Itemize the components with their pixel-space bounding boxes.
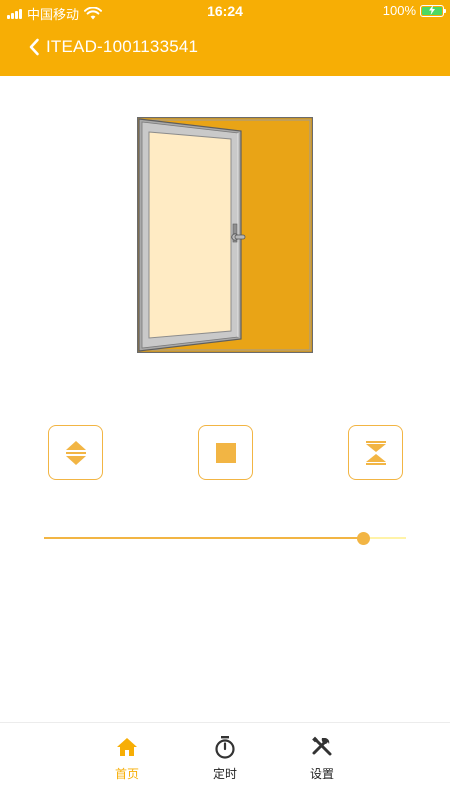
chevron-left-icon bbox=[29, 38, 39, 56]
status-bar: 中国移动 16:24 100% bbox=[0, 0, 450, 23]
home-icon bbox=[117, 738, 137, 756]
tab-settings-label: 设置 bbox=[309, 767, 334, 781]
tab-timer-label: 定时 bbox=[212, 767, 237, 781]
tab-timer[interactable]: 定时 bbox=[195, 735, 255, 782]
battery-icon bbox=[420, 4, 446, 17]
tab-settings[interactable]: 设置 bbox=[292, 735, 352, 782]
tab-bar: 首页 定时 设置 bbox=[0, 722, 450, 800]
open-arrows-icon bbox=[65, 440, 86, 465]
position-slider[interactable] bbox=[44, 530, 406, 546]
battery-percent: 100% bbox=[382, 3, 416, 18]
app-header: 中国移动 16:24 100% ITEAD-1001133541 bbox=[0, 0, 450, 76]
tools-icon bbox=[312, 736, 332, 756]
stop-square-icon bbox=[215, 442, 236, 463]
status-right: 100% bbox=[382, 3, 446, 18]
door-image bbox=[136, 116, 314, 354]
slider-fill bbox=[44, 537, 363, 539]
nav-bar: ITEAD-1001133541 bbox=[0, 30, 450, 64]
tab-home[interactable]: 首页 bbox=[97, 735, 157, 782]
open-button[interactable] bbox=[48, 425, 103, 480]
close-button[interactable] bbox=[348, 425, 403, 480]
timer-icon bbox=[215, 736, 235, 759]
page-title: ITEAD-1001133541 bbox=[46, 37, 199, 56]
slider-thumb[interactable] bbox=[356, 532, 370, 545]
stop-button[interactable] bbox=[198, 425, 253, 480]
door-illustration bbox=[136, 116, 314, 354]
tab-home-label: 首页 bbox=[114, 767, 139, 781]
close-arrows-icon bbox=[365, 440, 386, 465]
